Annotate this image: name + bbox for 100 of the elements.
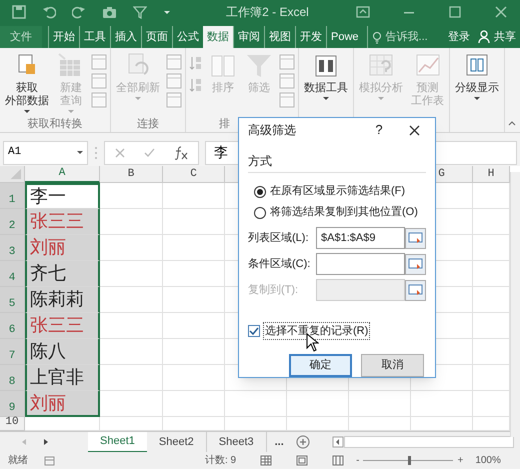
horizontal-scrollbar[interactable] [344,436,514,448]
table-cell [100,209,163,235]
undo-icon[interactable] [42,5,56,19]
sign-in-link[interactable]: 登录 [440,26,470,48]
row-number[interactable]: 4 [0,261,25,287]
table-cell [100,365,163,391]
column-header[interactable]: A [25,166,100,183]
row-number[interactable]: 10 [0,417,25,431]
table-cell: 上官非 [25,365,100,391]
field-value: $A$1:$A$9 [321,230,376,246]
zoom-slider-thumb[interactable] [408,456,412,465]
row-number[interactable]: 5 [0,287,25,313]
radio-option[interactable]: 在原有区域显示筛选结果(F) [248,181,426,202]
small-table-icon[interactable] [166,92,182,108]
filter-icon[interactable] [133,5,147,19]
small-table-icon[interactable] [91,54,107,70]
radio-label: 在原有区域显示筛选结果(F) [270,184,406,200]
column-header[interactable]: H [473,166,510,183]
row-number[interactable]: 9 [0,391,25,417]
sheet-tab[interactable]: Sheet1 [88,432,147,452]
sort-ascending-icon[interactable] [189,56,203,70]
sort-descending-icon[interactable] [189,78,203,92]
input-field[interactable]: $A$1:$A$9 [316,227,405,249]
table-cell [100,339,163,365]
row-number[interactable]: 6 [0,313,25,339]
more-sheets-button[interactable]: ... [266,434,292,450]
share-button[interactable]: 共享 [478,26,516,48]
small-table-icon[interactable] [166,73,182,89]
cancel-icon[interactable] [114,148,125,158]
close-icon[interactable] [409,124,420,136]
ribbon-button-label: 新建 [60,82,82,95]
function-icon[interactable] [175,146,188,160]
small-table-icon[interactable] [91,92,107,108]
status-text: 就绪 [8,454,28,468]
section-heading: 方式 [248,152,426,173]
table-cell [163,365,225,391]
table-cell: 刘丽 [25,235,100,261]
zoom-in-button[interactable]: + [457,453,464,468]
table-cell: 张三三 [25,313,100,339]
small-table-icon[interactable] [166,54,182,70]
row-number[interactable]: 2 [0,209,25,235]
input-field[interactable] [316,253,405,275]
ribbon-button-label: 模拟分析 [359,82,403,95]
small-table-icon[interactable] [279,54,295,70]
row-number[interactable]: 3 [0,235,25,261]
table-cell [100,391,163,417]
table-cell [411,391,473,417]
group-label: 排 [219,118,230,130]
name-box[interactable]: A1 [3,140,88,164]
macro-record-icon[interactable] [44,455,55,466]
dialog-title: 高级筛选 [248,122,297,139]
ribbon-button-label: 数据工具 [304,82,348,95]
column-header[interactable]: C [163,166,225,183]
checkmark-icon[interactable] [144,148,156,158]
small-table-icon[interactable] [279,92,295,108]
ribbon-button[interactable]: 获取 外部数据 [3,52,51,116]
maximize-icon[interactable] [448,5,462,19]
file-tab[interactable]: 文件 [0,26,42,48]
collapse-ribbon-icon[interactable] [508,120,516,126]
table-cell: 张三三 [25,209,100,235]
page-break-icon[interactable] [332,455,344,466]
radio-icon[interactable] [254,186,266,198]
page-layout-icon[interactable] [296,455,308,466]
camera-icon[interactable] [102,5,117,19]
group-label: 连接 [137,118,159,130]
caret-icon[interactable] [77,151,83,154]
range-picker-icon[interactable] [405,280,426,300]
ribbon-button-label: 筛选 [248,82,270,95]
scroll-right-icon[interactable] [42,438,50,446]
ribbon-button-label: 查询 [60,95,82,108]
lightbulb-icon [372,30,382,44]
small-table-icon[interactable] [279,73,295,89]
radio-option[interactable]: 将筛选结果复制到其他位置(O) [248,202,426,223]
vertical-scrollbar[interactable] [510,172,520,437]
dialog-button[interactable]: 取消 [361,354,424,377]
ribbon-tab[interactable]: 数据 [203,26,233,48]
dialog-button[interactable]: 确定 [289,354,352,377]
ribbon-button[interactable]: 分级显示 [453,52,501,116]
save-icon[interactable] [12,5,26,19]
caret-icon[interactable] [163,8,171,16]
radio-icon[interactable] [254,206,266,218]
scroll-left-icon[interactable] [332,436,344,448]
small-table-icon[interactable] [91,73,107,89]
range-picker-icon[interactable] [405,228,426,248]
zoom-out-button[interactable]: - [356,453,360,468]
count-text: 计数: 9 [205,454,236,468]
help-button[interactable]: ? [369,120,389,140]
ribbon-options-icon[interactable] [356,5,370,19]
table-cell [163,391,225,417]
normal-view-icon[interactable] [260,455,272,466]
range-picker-icon[interactable] [405,254,426,274]
redo-icon[interactable] [72,5,86,19]
add-sheet-icon[interactable] [296,435,310,449]
ribbon-button[interactable]: 数据工具 [302,52,350,116]
row-number[interactable]: 8 [0,365,25,391]
ribbon-button-label: 预测 [416,82,438,95]
checkbox-icon[interactable] [248,325,260,337]
column-header[interactable]: B [100,166,163,183]
row-number[interactable]: 1 [0,183,25,209]
row-number[interactable]: 7 [0,339,25,365]
